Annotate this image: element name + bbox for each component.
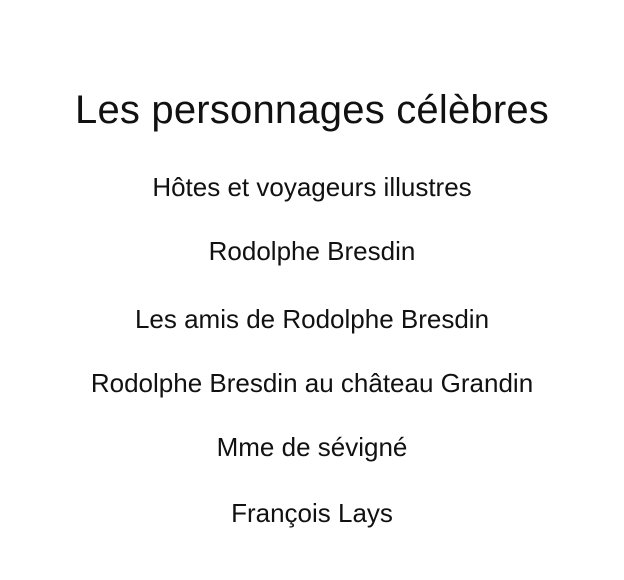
menu-item-francois-lays[interactable]: François Lays xyxy=(0,497,624,529)
menu-item-rodolphe-bresdin-chateau-grandin[interactable]: Rodolphe Bresdin au château Grandin xyxy=(0,367,624,399)
page-content: Les personnages célèbres Hôtes et voyage… xyxy=(0,0,624,580)
menu-item-mme-de-sevigne[interactable]: Mme de sévigné xyxy=(0,431,624,463)
topic-menu: Hôtes et voyageurs illustres Rodolphe Br… xyxy=(0,0,624,580)
menu-item-hotes-et-voyageurs-illustres[interactable]: Hôtes et voyageurs illustres xyxy=(0,171,624,203)
menu-item-rodolphe-bresdin[interactable]: Rodolphe Bresdin xyxy=(0,235,624,267)
menu-item-les-amis-de-rodolphe-bresdin[interactable]: Les amis de Rodolphe Bresdin xyxy=(0,303,624,335)
